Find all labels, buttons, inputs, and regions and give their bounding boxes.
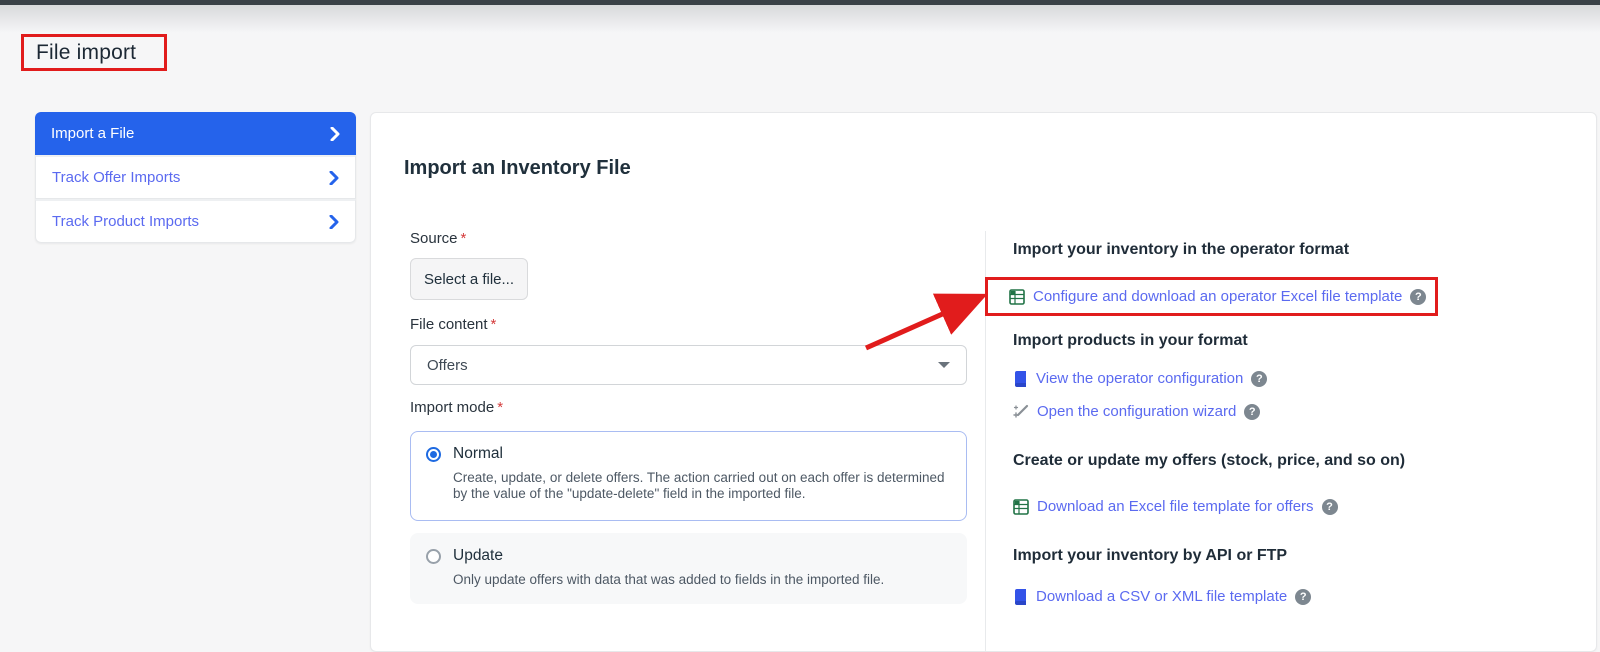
view-operator-configuration-link[interactable]: View the operator configuration ? [1013, 370, 1268, 387]
sidebar-item-label: Track Product Imports [52, 213, 199, 230]
help-icon[interactable]: ? [1410, 288, 1427, 305]
excel-file-icon [1013, 498, 1029, 515]
chevron-right-icon [329, 170, 339, 185]
panel-heading: Import an Inventory File [404, 157, 631, 179]
help-icon[interactable]: ? [1295, 588, 1312, 605]
import-mode-option-normal[interactable]: Normal Create, update, or delete offers.… [410, 431, 967, 521]
mode-option-label: Normal [453, 445, 503, 462]
chevron-right-icon [329, 214, 339, 229]
import-panel: Import an Inventory File Source * Select … [370, 112, 1597, 652]
help-section-heading: Import your inventory by API or FTP [1013, 547, 1288, 564]
sidebar-item-track-product-imports[interactable]: Track Product Imports [35, 199, 356, 243]
required-asterisk: * [497, 399, 504, 416]
help-icon[interactable]: ? [1321, 498, 1338, 515]
top-shadow [0, 5, 1600, 33]
download-csv-xml-template-link[interactable]: Download a CSV or XML file template ? [1013, 588, 1312, 605]
wand-icon [1013, 404, 1029, 420]
page-title: File import [36, 40, 137, 64]
book-icon [1013, 588, 1028, 605]
excel-file-icon [1009, 288, 1025, 305]
chevron-down-icon [938, 362, 950, 368]
source-label: Source * [410, 230, 467, 247]
required-asterisk: * [490, 316, 497, 333]
mode-option-description: Only update offers with data that was ad… [453, 572, 885, 587]
import-mode-label: Import mode * [410, 399, 504, 416]
mode-option-description: Create, update, or delete offers. The ac… [453, 470, 945, 502]
radio-unselected[interactable] [426, 548, 441, 564]
open-configuration-wizard-link[interactable]: Open the configuration wizard ? [1013, 403, 1261, 420]
help-icon[interactable]: ? [1244, 403, 1261, 420]
annotation-arrow [864, 293, 988, 351]
sidebar: Import a File Track Offer Imports Track … [35, 112, 356, 243]
select-file-button[interactable]: Select a file... [410, 258, 528, 300]
configure-template-link[interactable]: Configure and download an operator Excel… [1033, 288, 1402, 305]
sidebar-item-label: Track Offer Imports [52, 169, 181, 186]
sidebar-item-import-a-file[interactable]: Import a File [35, 112, 356, 155]
page-title-annotation-box: File import [21, 34, 167, 71]
chevron-right-icon [330, 126, 340, 141]
import-mode-option-update[interactable]: Update Only update offers with data that… [410, 533, 967, 604]
radio-selected[interactable] [426, 446, 441, 462]
help-section-heading: Import products in your format [1013, 332, 1248, 349]
file-content-label: File content * [410, 316, 497, 333]
highlighted-link-annotation-box: Configure and download an operator Excel… [985, 277, 1438, 316]
help-section-heading: Import your inventory in the operator fo… [1013, 241, 1350, 258]
file-content-selected-value: Offers [427, 356, 468, 374]
book-icon [1013, 370, 1028, 387]
help-icon[interactable]: ? [1251, 370, 1268, 387]
mode-option-label: Update [453, 547, 503, 564]
sidebar-item-label: Import a File [51, 125, 135, 142]
required-asterisk: * [460, 230, 467, 247]
help-section-heading: Create or update my offers (stock, price… [1013, 452, 1406, 469]
download-excel-template-offers-link[interactable]: Download an Excel file template for offe… [1013, 498, 1338, 515]
sidebar-item-track-offer-imports[interactable]: Track Offer Imports [35, 155, 356, 199]
